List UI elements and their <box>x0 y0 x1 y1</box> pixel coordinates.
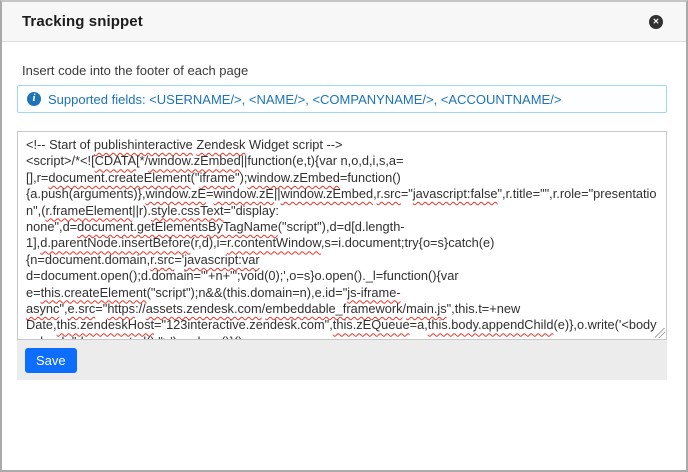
dialog-title: Tracking snippet <box>22 13 143 30</box>
instruction-text: Insert code into the footer of each page <box>22 63 666 78</box>
supported-fields-text: Supported fields: <USERNAME/>, <NAME/>, … <box>48 92 561 107</box>
save-button[interactable]: Save <box>25 348 77 373</box>
supported-fields-callout: i Supported fields: <USERNAME/>, <NAME/>… <box>17 85 667 113</box>
dialog-body: Insert code into the footer of each page… <box>2 63 686 380</box>
footer-bar: Save <box>17 340 667 380</box>
textarea-resize-handle[interactable] <box>655 328 665 338</box>
tracking-snippet-dialog: Tracking snippet ✕ Insert code into the … <box>0 0 688 472</box>
close-button[interactable]: ✕ <box>648 14 664 30</box>
dialog-header: Tracking snippet ✕ <box>2 2 686 42</box>
snippet-code-textarea[interactable]: <!-- Start of publishinteractive Zendesk… <box>17 131 667 340</box>
snippet-code-container: <!-- Start of publishinteractive Zendesk… <box>17 131 667 340</box>
info-icon: i <box>27 92 41 106</box>
close-icon: ✕ <box>649 15 663 29</box>
